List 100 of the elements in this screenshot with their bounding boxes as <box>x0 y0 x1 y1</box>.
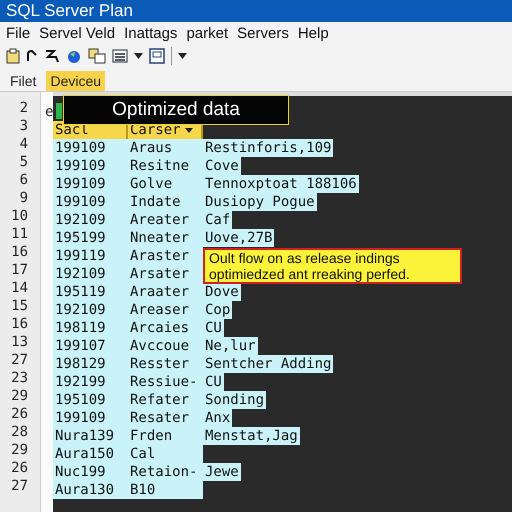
table-cell: 199109 <box>53 175 128 193</box>
callout-tooltip: Oult flow on as release indings optimiedzed ant rreaking perfed. <box>203 248 462 284</box>
line-number: 26 <box>10 459 29 477</box>
code-text: e <box>45 103 53 121</box>
table-cell: Nneater <box>128 229 203 247</box>
table-cell: Araater <box>128 283 203 301</box>
line-number: 9 <box>18 189 29 207</box>
line-number: 2 <box>18 99 29 117</box>
line-number: 6 <box>18 171 29 189</box>
table-cell: CU <box>203 319 224 337</box>
table-cell: Anx <box>203 409 232 427</box>
table-cell: Cal <box>128 445 203 463</box>
menu-item[interactable]: Servers <box>237 24 289 42</box>
table-cell: 192109 <box>53 265 128 283</box>
table-cell: Araus <box>128 139 203 157</box>
line-number: 4 <box>18 135 29 153</box>
line-number: 3 <box>18 117 29 135</box>
line-number: 27 <box>10 351 29 369</box>
table-cell: Aura150 <box>53 445 128 463</box>
table-cell: Nura139 <box>53 427 128 445</box>
line-number: 17 <box>10 261 29 279</box>
table-cell: Resitne <box>128 157 203 175</box>
table-cell: Indate <box>128 193 203 211</box>
line-number: 29 <box>10 441 29 459</box>
table-cell: 192109 <box>53 211 128 229</box>
line-number: 5 <box>18 153 29 171</box>
line-number: 13 <box>10 333 29 351</box>
table-cell: Cop <box>203 301 232 319</box>
table-cell: Menstat,Jag <box>203 427 300 445</box>
line-number: 23 <box>10 369 29 387</box>
branch-icon[interactable] <box>44 48 60 64</box>
line-number: 27 <box>10 477 29 495</box>
line-number: 14 <box>10 279 29 297</box>
documents-icon[interactable] <box>88 48 106 64</box>
caret-icon[interactable] <box>134 53 143 59</box>
table-cell: Areater <box>128 211 203 229</box>
menu-item[interactable]: Inattags <box>124 24 178 42</box>
table-cell: Dove <box>203 283 241 301</box>
window-icon[interactable] <box>149 48 165 64</box>
menu-item[interactable]: File <box>6 24 30 42</box>
globe-icon[interactable] <box>66 48 82 64</box>
table-cell: Ressiue- <box>128 373 203 391</box>
table-cell: Retaion- <box>128 463 203 481</box>
line-number: 11 <box>10 225 29 243</box>
table-cell: 192109 <box>53 301 128 319</box>
window-title: SQL Server Plan <box>6 1 133 21</box>
menu-item[interactable]: Help <box>298 24 329 42</box>
menu-item[interactable]: parket <box>186 24 228 42</box>
table-cell: CU <box>203 373 224 391</box>
line-number: 28 <box>10 423 29 441</box>
table-cell: Areaser <box>128 301 203 319</box>
line-number: 26 <box>10 405 29 423</box>
banner-tooltip: Optimized data <box>63 95 289 125</box>
table-cell: Caf <box>203 211 232 229</box>
table-cell: 195119 <box>53 283 128 301</box>
table-cell: 198129 <box>53 355 128 373</box>
table-cell: 199109 <box>53 139 128 157</box>
table-cell: Sonding <box>203 391 266 409</box>
line-number: 15 <box>10 297 29 315</box>
caret-icon[interactable] <box>178 53 187 59</box>
table-cell: 192199 <box>53 373 128 391</box>
clipboard-icon[interactable] <box>6 48 20 64</box>
table-cell: Uove,27B <box>203 229 274 247</box>
table-cell: 199109 <box>53 193 128 211</box>
table-cell: Restinforis,109 <box>203 139 334 157</box>
table-cell: Arsater <box>128 265 203 283</box>
table-cell: Sentcher Adding <box>203 355 334 373</box>
table-cell: Avccoue <box>128 337 203 355</box>
table-cell: Nuc199 <box>53 463 128 481</box>
table-cell: Cove <box>203 157 241 175</box>
table-cell: Frden <box>128 427 203 445</box>
table-cell: Arcaies <box>128 319 203 337</box>
line-number: 10 <box>10 207 29 225</box>
menu-item[interactable]: Servel Veld <box>39 24 116 42</box>
marker-icon <box>56 103 62 119</box>
table-cell: Refater <box>128 391 203 409</box>
line-number: 16 <box>10 315 29 333</box>
table-cell: Jewe <box>203 463 241 481</box>
line-number: 29 <box>10 387 29 405</box>
table-cell: Dusiopy Pogue <box>203 193 317 211</box>
caret-icon[interactable] <box>184 128 193 132</box>
line-number: 16 <box>10 243 29 261</box>
table-cell: 198119 <box>53 319 128 337</box>
table-cell: Resater <box>128 409 203 427</box>
table-cell: Resster <box>128 355 203 373</box>
table-cell: Ne,lur <box>203 337 258 355</box>
table-cell: 199107 <box>53 337 128 355</box>
table-cell: 195109 <box>53 391 128 409</box>
table-cell: 195199 <box>53 229 128 247</box>
list-icon[interactable] <box>112 48 128 64</box>
table-cell: Aura130 <box>53 481 128 499</box>
table-cell: 199109 <box>53 409 128 427</box>
tab[interactable]: Deviceu <box>46 70 106 90</box>
table-cell: Tennoxptoat 188106 <box>203 175 359 193</box>
table-cell: Golve <box>128 175 203 193</box>
tab[interactable]: Filet <box>6 70 40 90</box>
table-cell: Araster <box>128 247 203 265</box>
table-cell: B10 <box>128 481 203 499</box>
table-cell: 199109 <box>53 157 128 175</box>
table-cell: 199119 <box>53 247 128 265</box>
